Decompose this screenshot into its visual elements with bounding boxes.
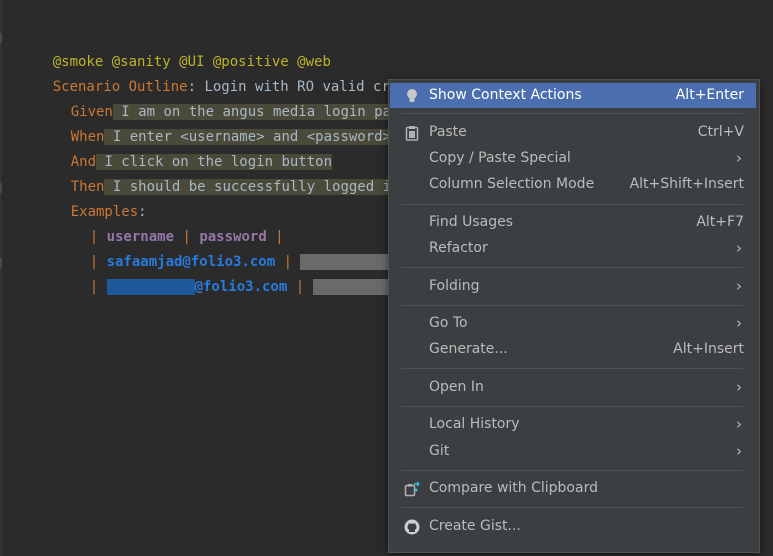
menu-item-shortcut: Alt+Shift+Insert <box>629 176 744 192</box>
step-line-given: Given I am on the angus media login pag <box>37 75 400 120</box>
menu-item-folding[interactable]: Folding › <box>390 274 756 299</box>
github-icon <box>404 519 420 535</box>
fold-marker[interactable] <box>0 258 2 268</box>
table-row: | @folio3.com | <box>56 250 417 295</box>
menu-item-label: Create Gist... <box>429 518 521 534</box>
menu-separator <box>401 406 743 407</box>
menu-separator <box>401 267 743 268</box>
menu-item-paste[interactable]: Paste Ctrl+V <box>390 120 756 145</box>
table-header-row: | username | password | <box>56 200 284 245</box>
menu-item-label: Paste <box>429 124 467 140</box>
chevron-right-icon: › <box>736 442 742 460</box>
chevron-right-icon: › <box>736 239 742 257</box>
menu-item-label: Copy / Paste Special <box>429 150 571 166</box>
menu-item-find-usages[interactable]: Find Usages Alt+F7 <box>390 210 756 235</box>
menu-item-label: Open In <box>429 379 484 395</box>
menu-item-shortcut: Alt+Enter <box>675 87 744 103</box>
menu-item-label: Refactor <box>429 240 488 256</box>
menu-item-generate[interactable]: Generate... Alt+Insert <box>390 337 756 362</box>
examples-line: Examples: <box>37 175 147 220</box>
step-text: I should be successfully logged in <box>104 179 400 195</box>
step-line-then: Then I should be successfully logged in <box>37 150 400 195</box>
table-row: | safaamjad@folio3.com | <box>56 225 411 270</box>
menu-item-label: Generate... <box>429 341 508 357</box>
menu-item-label: Find Usages <box>429 214 514 230</box>
menu-item-label: Go To <box>429 315 468 331</box>
fold-marker[interactable] <box>0 183 2 193</box>
menu-separator <box>401 204 743 205</box>
menu-item-go-to[interactable]: Go To › <box>390 311 756 336</box>
menu-item-refactor[interactable]: Refactor › <box>390 236 756 261</box>
table-pipe: | <box>287 279 313 295</box>
menu-item-create-gist[interactable]: Create Gist... <box>390 514 756 539</box>
menu-item-label: Local History <box>429 416 520 432</box>
lightbulb-icon <box>404 88 420 104</box>
context-menu: Show Context Actions Alt+Enter Paste Ctr… <box>388 79 760 553</box>
menu-item-label: Column Selection Mode <box>429 176 595 192</box>
menu-item-column-selection-mode[interactable]: Column Selection Mode Alt+Shift+Insert <box>390 172 756 197</box>
menu-item-shortcut: Alt+F7 <box>696 214 744 230</box>
chevron-right-icon: › <box>736 378 742 396</box>
tags-line: @smoke @sanity @UI @positive @web <box>19 25 331 70</box>
step-line-when: When I enter <username> and <password> <box>37 100 392 145</box>
menu-item-git[interactable]: Git › <box>390 439 756 464</box>
menu-item-label: Git <box>429 443 450 459</box>
editor-gutter <box>0 0 2 556</box>
chevron-right-icon: › <box>736 314 742 332</box>
table-cell-username-suffix: @folio3.com <box>194 279 288 295</box>
menu-item-local-history[interactable]: Local History › <box>390 412 756 437</box>
chevron-right-icon: › <box>736 415 742 433</box>
menu-separator <box>401 305 743 306</box>
menu-item-label: Compare with Clipboard <box>429 480 598 496</box>
menu-item-open-in[interactable]: Open In › <box>390 375 756 400</box>
table-pipe: | <box>89 279 107 295</box>
menu-separator <box>401 368 743 369</box>
menu-separator <box>401 470 743 471</box>
scenario-line: Scenario Outline: Login with RO valid cr… <box>19 50 466 95</box>
chevron-right-icon: › <box>736 277 742 295</box>
menu-item-show-context-actions[interactable]: Show Context Actions Alt+Enter <box>390 83 756 108</box>
chevron-right-icon: › <box>736 149 742 167</box>
redacted-username <box>106 279 195 295</box>
menu-item-copy-paste-special[interactable]: Copy / Paste Special › <box>390 146 756 171</box>
menu-item-label: Folding <box>429 278 480 294</box>
menu-item-shortcut: Alt+Insert <box>673 341 744 357</box>
clipboard-icon <box>404 125 420 141</box>
compare-icon <box>404 481 421 497</box>
menu-item-label: Show Context Actions <box>429 87 582 103</box>
step-line-and: And I click on the login button <box>37 125 333 170</box>
menu-separator <box>401 507 743 508</box>
fold-marker[interactable] <box>0 33 2 43</box>
menu-item-shortcut: Ctrl+V <box>697 124 744 140</box>
menu-separator <box>401 113 743 114</box>
menu-item-compare-with-clipboard[interactable]: Compare with Clipboard <box>390 476 756 501</box>
